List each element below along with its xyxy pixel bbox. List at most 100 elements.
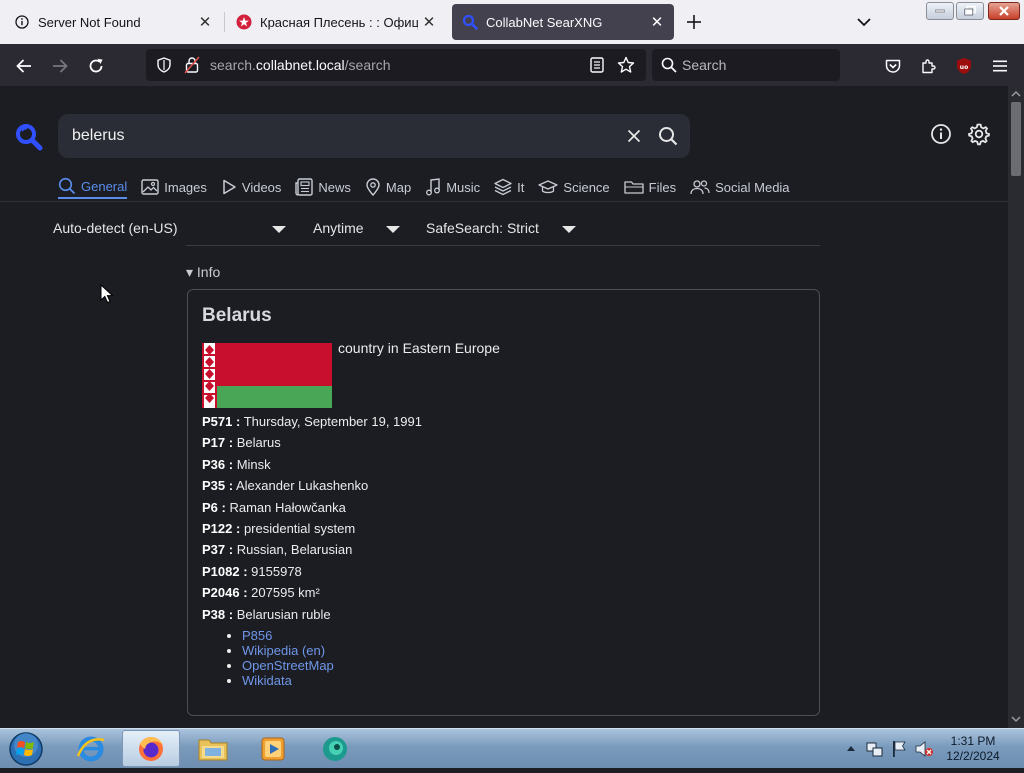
hamburger-menu-icon — [993, 60, 1007, 72]
tab-social-media[interactable]: Social Media — [690, 175, 790, 199]
info-icon — [14, 14, 30, 30]
tab-label: Science — [563, 179, 610, 195]
about-info-button[interactable] — [930, 123, 954, 147]
link-wikidata[interactable]: Wikidata — [242, 673, 292, 688]
tab-news[interactable]: News — [295, 175, 351, 199]
list-all-tabs-button[interactable] — [852, 10, 876, 34]
tab-label: General — [81, 178, 128, 194]
close-icon[interactable]: ✕ — [194, 11, 216, 33]
scrollbar-thumb[interactable] — [1011, 102, 1021, 176]
forward-button[interactable] — [47, 53, 73, 79]
shield-icon[interactable] — [156, 57, 172, 78]
network-icon[interactable] — [866, 740, 884, 758]
tab-title: CollabNet SearXNG — [486, 14, 603, 30]
preferences-button[interactable] — [967, 122, 993, 148]
tab-images[interactable]: Images — [141, 175, 207, 199]
search-query-box[interactable]: belerus — [58, 114, 690, 158]
window-close-button[interactable] — [988, 2, 1020, 20]
infobox-attribute: P2046 : 207595 km² — [202, 585, 320, 600]
tab-videos[interactable]: Videos — [221, 175, 281, 199]
firefox-icon — [139, 736, 163, 761]
searxng-logo-icon — [462, 14, 478, 30]
infobox-attribute: P36 : Minsk — [202, 457, 271, 472]
searxng-logo-icon[interactable] — [14, 122, 44, 152]
extensions-button[interactable] — [915, 53, 941, 79]
scroll-up-icon[interactable] — [1011, 90, 1021, 97]
back-button[interactable] — [11, 53, 37, 79]
search-submit-button[interactable] — [656, 124, 680, 148]
media-player-icon — [261, 737, 285, 760]
tab-general[interactable]: General — [58, 175, 128, 199]
close-icon[interactable]: ✕ — [418, 11, 440, 33]
safesearch-select[interactable]: SafeSearch: Strict — [426, 220, 578, 240]
reload-button[interactable] — [83, 53, 109, 79]
taskbar-firefox[interactable] — [122, 730, 180, 767]
tab-it[interactable]: It — [494, 175, 524, 199]
volume-muted-icon[interactable] — [914, 740, 934, 758]
clear-search-button[interactable] — [623, 125, 645, 147]
reader-view-icon[interactable] — [590, 57, 604, 78]
pocket-icon — [885, 59, 901, 73]
info-toggle-label: Info — [196, 264, 221, 280]
taskbar-clock[interactable]: 1:31 PM 12/2/2024 — [937, 734, 1009, 764]
tab-map[interactable]: Map — [365, 175, 411, 199]
infobox-attribute: P35 : Alexander Lukashenko — [202, 478, 368, 493]
browser-search-field[interactable]: Search — [652, 49, 840, 81]
tab-files[interactable]: Files — [624, 175, 676, 199]
app-menu-button[interactable] — [987, 53, 1013, 79]
browser-tab-krasnaya-plesen[interactable]: Красная Плесень : : Официал ✕ — [226, 4, 446, 40]
info-section-toggle[interactable]: ▾ Info — [186, 264, 220, 281]
url-bar[interactable]: search.collabnet.local/search — [146, 49, 646, 81]
tab-label: Social Media — [715, 179, 790, 195]
action-center-flag-icon[interactable] — [890, 740, 908, 758]
info-circle-icon — [931, 124, 951, 144]
language-select[interactable]: Auto-detect (en-US) — [53, 220, 291, 240]
taskbar-internet-explorer[interactable] — [62, 730, 120, 767]
windows-start-orb-icon — [9, 732, 43, 766]
tab-label: News — [318, 179, 351, 195]
restore-button[interactable] — [956, 2, 984, 20]
time-range-select[interactable]: Anytime — [313, 220, 405, 240]
infobox-attribute: P17 : Belarus — [202, 435, 281, 450]
app-icon — [323, 736, 347, 761]
plus-icon — [687, 15, 701, 29]
arrow-right-icon — [53, 59, 68, 73]
search-input[interactable]: belerus — [72, 127, 124, 145]
attribute-key: P38 : — [202, 607, 234, 622]
taskbar-file-explorer[interactable] — [184, 730, 242, 767]
show-hidden-icons-icon[interactable] — [846, 744, 856, 752]
flag-green-band — [202, 386, 332, 408]
taskbar-media-player[interactable] — [244, 730, 302, 767]
infobox-attribute: P1082 : 9155978 — [202, 564, 302, 579]
browser-tab-searxng[interactable]: CollabNet SearXNG ✕ — [452, 4, 674, 40]
browser-tab-server-not-found[interactable]: Server Not Found ✕ — [4, 4, 222, 40]
infobox-attribute: P6 : Raman Hałowčanka — [202, 500, 346, 515]
page-scrollbar[interactable] — [1008, 86, 1024, 728]
new-tab-button[interactable] — [682, 10, 706, 34]
folder-icon — [198, 739, 228, 760]
tab-science[interactable]: Science — [538, 175, 610, 199]
tab-label: Music — [446, 179, 481, 195]
lock-insecure-icon[interactable] — [184, 56, 200, 79]
scroll-down-icon[interactable] — [1011, 716, 1021, 723]
list-item: Wikidata — [242, 673, 334, 688]
attribute-key: P1082 : — [202, 564, 248, 579]
attribute-value: Thursday, September 19, 1991 — [243, 414, 422, 429]
link-openstreetmap[interactable]: OpenStreetMap — [242, 658, 334, 673]
attribute-key: P2046 : — [202, 585, 248, 600]
tab-label: Images — [164, 179, 207, 195]
start-button[interactable] — [6, 730, 46, 768]
pocket-button[interactable] — [880, 53, 906, 79]
link-p856[interactable]: P856 — [242, 628, 272, 643]
ublock-button[interactable]: uo — [951, 53, 977, 79]
tab-music[interactable]: Music — [425, 175, 480, 199]
attribute-value: Belarus — [236, 435, 281, 450]
attribute-value: 9155978 — [251, 564, 302, 579]
close-icon[interactable]: ✕ — [646, 11, 668, 33]
link-wikipedia[interactable]: Wikipedia (en) — [242, 643, 325, 658]
taskbar-app[interactable] — [306, 730, 364, 767]
search-placeholder: Search — [682, 57, 727, 73]
bookmark-star-icon[interactable] — [617, 56, 635, 79]
minimize-button[interactable] — [926, 2, 954, 20]
url-prefix: search. — [210, 57, 256, 73]
